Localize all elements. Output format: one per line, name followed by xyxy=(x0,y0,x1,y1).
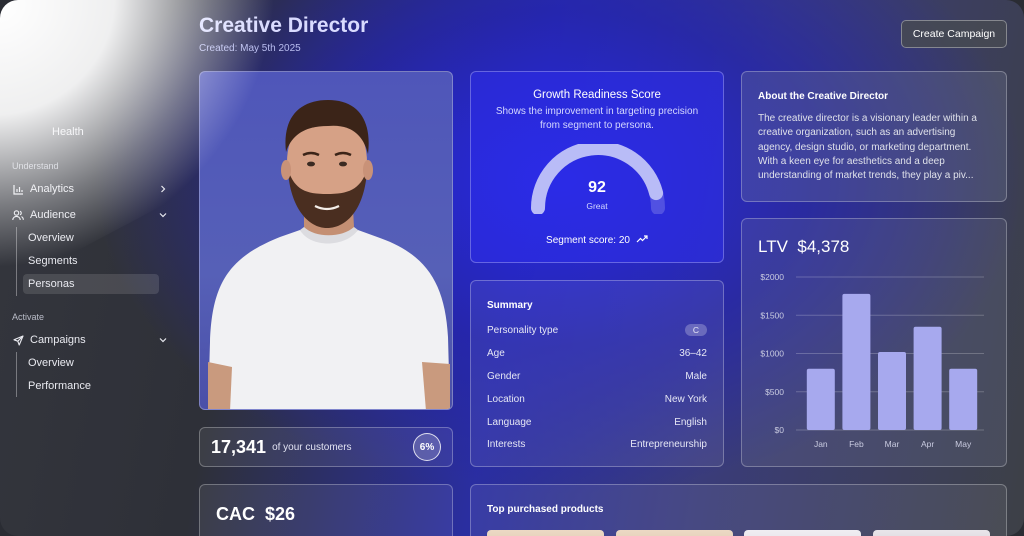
sidebar-subitem-campaign-overview[interactable]: Overview xyxy=(23,353,159,373)
sidebar-item-audience[interactable]: Audience xyxy=(12,205,172,225)
sidebar-item-campaigns[interactable]: Campaigns xyxy=(12,330,172,350)
y-tick-label: $0 xyxy=(775,425,785,435)
submenu-line xyxy=(16,227,17,296)
gauge-fill xyxy=(531,144,664,214)
ltv-bar-chart: $0 $500 $1000 $1500 $2000 Jan Feb Mar Apr May xyxy=(760,272,984,449)
cac-amount: $26 xyxy=(265,504,296,524)
sidebar-item-label: Campaigns xyxy=(30,334,86,346)
trending-up-icon xyxy=(636,235,648,246)
segment-score-label: Segment score: 20 xyxy=(546,235,630,246)
sidebar-item-label: Audience xyxy=(30,209,76,221)
summary-title: Summary xyxy=(487,300,533,311)
y-tick-label: $1500 xyxy=(760,310,784,320)
chevron-down-icon xyxy=(158,335,168,345)
ltv-bar-feb[interactable] xyxy=(842,293,871,430)
score-description: Shows the improvement in targeting preci… xyxy=(495,106,699,131)
summary-row-interests: Interests Entrepreneurship xyxy=(487,436,707,452)
created-date: Created: May 5th 2025 xyxy=(199,43,301,54)
y-tick-label: $500 xyxy=(765,387,784,397)
app-frame: Health Understand Analytics Audience Ove… xyxy=(0,0,1024,536)
persona-photo xyxy=(199,71,453,410)
row-label: Language xyxy=(487,416,532,428)
row-label: Age xyxy=(487,347,505,359)
x-tick-label: Mar xyxy=(885,439,900,449)
products-title: Top purchased products xyxy=(487,504,604,515)
sidebar-subitem-personas[interactable]: Personas xyxy=(23,274,159,294)
sidebar-item-health[interactable]: Health xyxy=(52,126,84,138)
score-value: 92 xyxy=(588,179,606,196)
row-value: English xyxy=(674,416,707,428)
bar-chart-icon xyxy=(12,183,24,195)
summary-row-gender: Gender Male xyxy=(487,368,707,384)
product-thumbnail[interactable] xyxy=(616,530,733,536)
growth-readiness-card: Growth Readiness Score Shows the improve… xyxy=(470,71,724,263)
create-campaign-button[interactable]: Create Campaign xyxy=(901,20,1007,48)
customers-card: 17,341 of your customers 6% xyxy=(199,427,453,467)
persona-portrait-image xyxy=(208,100,450,409)
x-tick-label: Jan xyxy=(814,439,828,449)
cac-label: CAC xyxy=(216,504,255,524)
product-thumbnail[interactable] xyxy=(487,530,604,536)
summary-card: Summary Personality type C Age 36–42 Gen… xyxy=(470,280,724,467)
summary-row-location: Location New York xyxy=(487,391,707,407)
score-rating: Great xyxy=(586,201,608,211)
customers-count: 17,341 xyxy=(211,436,267,457)
y-tick-label: $2000 xyxy=(760,272,784,282)
cac-card: CAC $26 xyxy=(199,484,453,536)
personality-badge: C xyxy=(684,324,707,336)
sidebar-subitem-segments[interactable]: Segments xyxy=(23,251,159,271)
cac-value: CAC $26 xyxy=(216,504,295,525)
segment-score: Segment score: 20 xyxy=(471,235,723,246)
y-tick-label: $1000 xyxy=(760,349,784,359)
row-value: Male xyxy=(685,370,707,382)
users-icon xyxy=(12,209,24,221)
about-card: About the Creative Director The creative… xyxy=(741,71,1007,202)
ltv-bar-jan[interactable] xyxy=(806,368,835,430)
chevron-down-icon xyxy=(158,210,168,220)
row-label: Location xyxy=(487,393,525,405)
section-label-activate: Activate xyxy=(12,312,45,322)
customers-label: of your customers xyxy=(272,441,352,453)
ltv-bar-mar[interactable] xyxy=(878,351,906,430)
page-title: Creative Director xyxy=(199,14,369,37)
customers-percent-badge: 6% xyxy=(413,433,441,461)
sidebar-subitem-performance[interactable]: Performance xyxy=(23,376,159,396)
sidebar-item-analytics[interactable]: Analytics xyxy=(12,179,172,199)
chevron-right-icon xyxy=(158,184,168,194)
sidebar-subitem-overview[interactable]: Overview xyxy=(23,228,159,248)
summary-row-language: Language English xyxy=(487,414,707,430)
sidebar: Health Understand Analytics Audience Ove… xyxy=(0,0,180,536)
about-text: The creative director is a visionary lea… xyxy=(758,113,977,182)
product-thumbnail[interactable] xyxy=(744,530,861,536)
sidebar-item-label: Analytics xyxy=(30,183,75,195)
row-value: Entrepreneurship xyxy=(630,438,707,450)
x-tick-label: Feb xyxy=(849,439,864,449)
top-products-card: Top purchased products xyxy=(470,484,1007,536)
section-label-understand: Understand xyxy=(12,161,59,171)
ltv-card: LTV $4,378 $0 $500 $1000 $1500 $2000 Jan Feb Ma… xyxy=(741,218,1007,467)
row-label: Gender xyxy=(487,370,521,382)
row-value: New York xyxy=(664,393,707,405)
about-title: About the Creative Director xyxy=(758,91,889,102)
ltv-bar-may[interactable] xyxy=(949,368,978,430)
x-tick-label: Apr xyxy=(921,439,934,449)
product-thumbnail[interactable] xyxy=(873,530,990,536)
ltv-bar-apr[interactable] xyxy=(913,326,942,430)
x-tick-label: May xyxy=(955,439,972,449)
send-icon xyxy=(12,334,24,346)
summary-row-personality: Personality type C xyxy=(487,322,707,338)
row-label: Personality type xyxy=(487,324,559,336)
score-title: Growth Readiness Score xyxy=(533,89,661,101)
row-label: Interests xyxy=(487,438,526,450)
summary-row-age: Age 36–42 xyxy=(487,345,707,361)
row-value: 36–42 xyxy=(679,347,707,359)
submenu-line xyxy=(16,352,17,397)
